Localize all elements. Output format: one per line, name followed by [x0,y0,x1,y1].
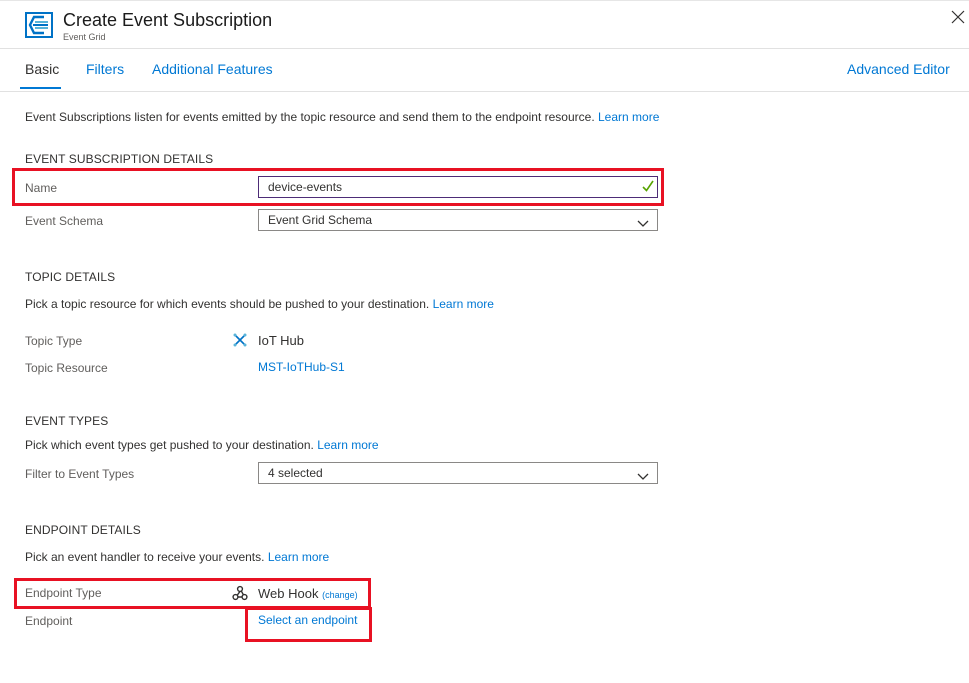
event-grid-icon [25,11,53,39]
name-label: Name [25,181,58,195]
chevron-down-icon [637,468,649,480]
filter-event-types-value: 4 selected [268,466,323,480]
name-input-value: device-events [268,180,343,194]
chevron-down-icon [637,215,649,227]
checkmark-icon [642,179,654,193]
select-endpoint-link[interactable]: Select an endpoint [258,613,357,627]
topic-details-heading: TOPIC DETAILS [25,270,116,284]
name-input[interactable]: device-events [258,176,658,198]
subscription-details-heading: EVENT SUBSCRIPTION DETAILS [25,152,214,166]
event-schema-label: Event Schema [25,214,104,228]
iot-hub-icon [232,332,248,348]
create-event-subscription-blade: Create Event Subscription Event Grid Bas… [0,0,969,683]
topic-description: Pick a topic resource for which events s… [25,297,494,311]
endpoint-label: Endpoint [25,614,73,628]
event-schema-dropdown[interactable]: Event Grid Schema [258,209,658,231]
endpoint-details-heading: ENDPOINT DETAILS [25,523,141,537]
topic-type-value: IoT Hub [258,333,305,348]
topic-resource-link[interactable]: MST-IoTHub-S1 [258,360,345,374]
topic-desc-text: Pick a topic resource for which events s… [25,297,430,311]
topic-resource-label: Topic Resource [25,361,108,375]
event-types-description: Pick which event types get pushed to you… [25,438,379,452]
event-types-desc-text: Pick which event types get pushed to you… [25,438,314,452]
endpoint-desc-text: Pick an event handler to receive your ev… [25,550,265,564]
webhook-icon [232,585,248,601]
endpoint-type-label: Endpoint Type [25,586,102,600]
tab-basic[interactable]: Basic [25,61,59,77]
event-types-heading: EVENT TYPES [25,414,109,428]
event-schema-value: Event Grid Schema [268,213,373,227]
endpoint-type-value: Web Hook (change) [258,586,358,601]
tab-filters[interactable]: Filters [86,61,124,77]
event-types-learn-more-link[interactable]: Learn more [317,438,378,452]
change-endpoint-type-link[interactable]: (change) [322,590,358,600]
topic-type-label: Topic Type [25,334,83,348]
header-divider [0,48,969,49]
tabs-divider [0,91,969,92]
close-icon[interactable] [951,10,965,24]
advanced-editor-link[interactable]: Advanced Editor [847,61,950,77]
tab-additional-features[interactable]: Additional Features [152,61,273,77]
intro-text: Event Subscriptions listen for events em… [25,110,595,124]
intro-learn-more-link[interactable]: Learn more [598,110,659,124]
active-tab-indicator [20,87,61,89]
endpoint-type-text: Web Hook [258,586,319,601]
filter-event-types-dropdown[interactable]: 4 selected [258,462,658,484]
topic-learn-more-link[interactable]: Learn more [433,297,494,311]
page-title: Create Event Subscription [63,10,273,30]
filter-event-types-label: Filter to Event Types [25,467,135,481]
intro-description: Event Subscriptions listen for events em… [25,110,659,124]
endpoint-learn-more-link[interactable]: Learn more [268,550,329,564]
endpoint-description: Pick an event handler to receive your ev… [25,550,329,564]
page-subtitle: Event Grid [63,32,106,42]
